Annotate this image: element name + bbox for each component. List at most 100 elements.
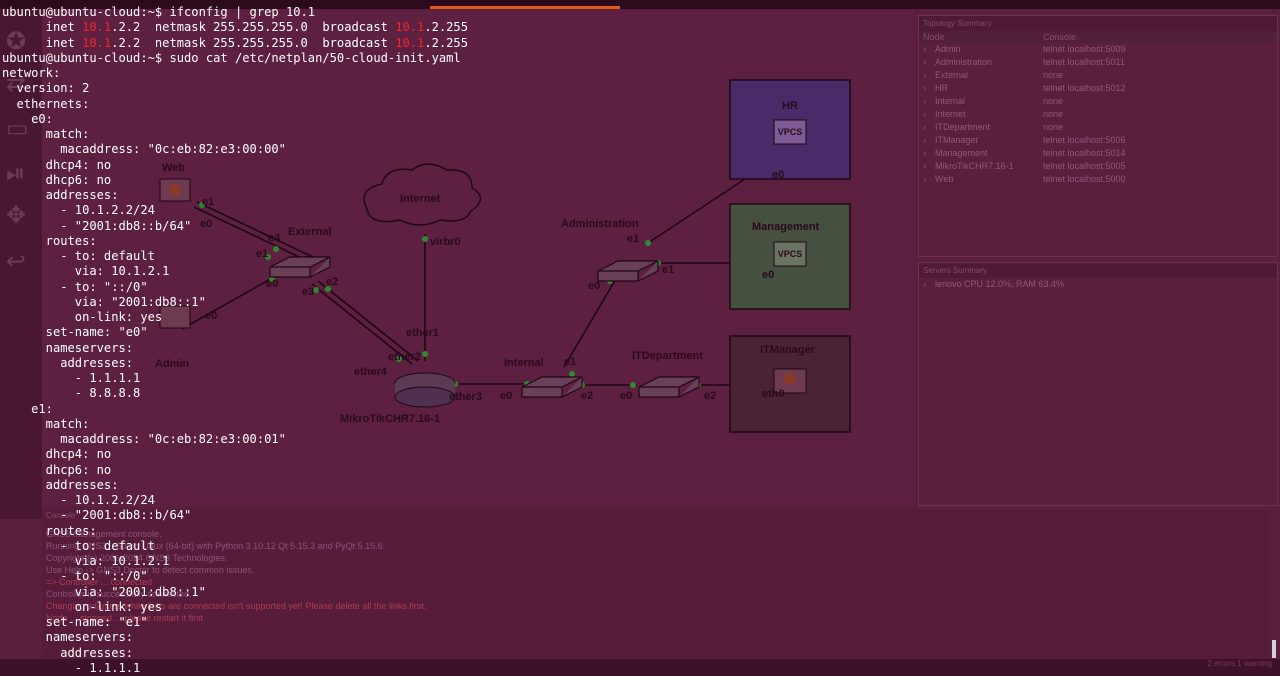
terminal-line: via: "2001:db8::1" [2,584,206,599]
topology-node-name: Admin [935,44,961,54]
terminal-line: dhcp4: no [2,157,112,172]
topology-node-console: none [1043,122,1064,132]
topology-summary-table: Node Console › Admin telnet localhost:5009… [919,31,1277,186]
terminal-text: inet [2,35,83,50]
terminal-line: set-name: "e0" [2,325,148,340]
topology-node-name: Administration [935,57,993,67]
terminal-line: nameservers: [2,340,134,355]
topology-summary-title: Topology Summary [919,16,1277,31]
topology-row[interactable]: › HR telnet localhost:5012 [919,82,1277,95]
topology-node-console: telnet localhost:5009 [1043,44,1126,54]
terminal-line: network: [2,66,61,80]
terminal-line: on-link: yes [2,599,163,614]
terminal-line: macaddress: "0c:eb:82:e3:00:01" [2,432,286,446]
terminal-line: routes: [2,233,97,248]
topology-node-console: telnet localhost:5005 [1043,161,1126,171]
terminal-line: e1: [2,401,53,416]
terminal-line: macaddress: "0c:eb:82:e3:00:00" [2,142,286,157]
topology-node-name: Internet [935,109,966,119]
terminal-line: addresses: [2,477,119,492]
expand-arrow-icon[interactable]: › [923,95,935,108]
servers-summary-panel: Servers Summary › lenovo CPU 12.0%, RAM … [918,262,1278,506]
expand-arrow-icon[interactable]: › [923,134,935,147]
terminal-line: - to: "::/0" [2,569,148,584]
terminal-line: - to: default [2,538,155,553]
table-header: Node Console [919,31,1277,43]
topology-node-name: ITManager [935,135,979,145]
expand-arrow-icon[interactable]: › [923,121,935,134]
terminal-text: .2.255 [424,20,468,35]
column-header: Console [1043,32,1077,42]
topology-row[interactable]: › Management telnet localhost:5014 [919,147,1277,160]
topology-node-console: telnet localhost:5012 [1043,83,1126,93]
terminal-text: .2.255 [424,35,468,50]
terminal-line: addresses: [2,188,119,202]
terminal-line: - 1.1.1.1 [2,371,141,385]
topology-node-name: Management [935,148,988,158]
terminal-line: on-link: yes [2,310,163,324]
terminal-line: - to: "::/0" [2,279,148,294]
topology-node-console: none [1043,109,1064,119]
terminal-line: - 1.1.1.1 [2,660,141,675]
topology-node-name: Internal [935,96,966,106]
terminal-line: set-name: "e1" [2,615,148,629]
terminal-text: inet [2,20,83,35]
terminal-line: dhcp4: no [2,447,112,462]
grep-match: 10.1 [395,20,425,35]
terminal-text: .2.2 netmask 255.255.255.0 broadcast [111,20,396,35]
servers-summary-list: › lenovo CPU 12.0%, RAM 63.4% [919,278,1277,291]
terminal-line: match: [2,127,90,141]
topology-row[interactable]: › Internal none [919,95,1277,108]
expand-arrow-icon[interactable]: › [923,173,935,186]
expand-arrow-icon[interactable]: › [923,43,935,56]
topology-row[interactable]: › Admin telnet localhost:5009 [919,43,1277,56]
terminal-inet-line: inet 10.1.2.2 netmask 255.255.255.0 broa… [2,36,902,51]
expand-arrow-icon[interactable]: › [923,82,935,95]
servers-summary-title: Servers Summary [919,263,1277,278]
terminal-line: nameservers: [2,630,134,645]
terminal-line: routes: [2,523,97,538]
status-text: 2 errors 1 warning [1207,659,1272,668]
expand-arrow-icon[interactable]: › [923,147,935,160]
expand-arrow-icon[interactable]: › [923,69,935,82]
terminal-line: addresses: [2,355,134,370]
topology-node-name: Web [935,174,954,184]
grep-match: 10.1 [82,20,112,35]
terminal-line: via: 10.1.2.1 [2,554,170,568]
expand-arrow-icon[interactable]: › [923,56,935,69]
topology-row[interactable]: › Web telnet localhost:5000 [919,173,1277,186]
topology-node-console: none [1043,70,1064,80]
terminal-line: - 10.1.2.2/24 [2,203,155,218]
terminal-line: ubuntu@ubuntu-cloud:~$ ifconfig | grep 1… [2,5,316,19]
column-header: Node [923,32,945,42]
grep-match: 10.1 [395,35,425,50]
terminal-line: - to: default [2,249,155,263]
topology-node-console: telnet localhost:5000 [1043,174,1126,184]
topology-node-console: none [1043,96,1064,106]
topology-node-console: telnet localhost:5006 [1043,135,1126,145]
console-scrollbar[interactable] [1272,640,1276,658]
topology-node-name: HR [935,83,948,93]
expand-arrow-icon[interactable]: › [923,278,935,291]
expand-arrow-icon[interactable]: › [923,108,935,121]
terminal-line: - 10.1.2.2/24 [2,493,155,507]
topology-summary-panel: Topology Summary Node Console › Admin teln… [918,15,1278,257]
terminal-text: .2.2 netmask 255.255.255.0 broadcast [111,35,396,50]
terminal-line: via: 10.1.2.1 [2,264,170,279]
topology-node-name: MikroTikCHR7.16-1 [935,161,1014,171]
topology-row[interactable]: › ITDepartment none [919,121,1277,134]
grep-match: 10.1 [82,35,112,50]
topology-row[interactable]: › Internet none [919,108,1277,121]
expand-arrow-icon[interactable]: › [923,160,935,173]
topology-row[interactable]: › External none [919,69,1277,82]
server-row[interactable]: › lenovo CPU 12.0%, RAM 63.4% [919,278,1277,291]
topology-row[interactable]: › MikroTikCHR7.16-1 telnet localhost:5005 [919,160,1277,173]
topology-row[interactable]: › ITManager telnet localhost:5006 [919,134,1277,147]
terminal-inet-line: inet 10.1.2.2 netmask 255.255.255.0 broa… [2,20,902,35]
terminal-line: via: "2001:db8::1" [2,294,206,309]
topology-row[interactable]: › Administration telnet localhost:5011 [919,56,1277,69]
terminal-line: ethernets: [2,96,90,111]
terminal-output[interactable]: ubuntu@ubuntu-cloud:~$ ifconfig | grep 1… [2,5,902,676]
terminal-line: addresses: [2,645,134,660]
terminal-line: match: [2,416,90,431]
